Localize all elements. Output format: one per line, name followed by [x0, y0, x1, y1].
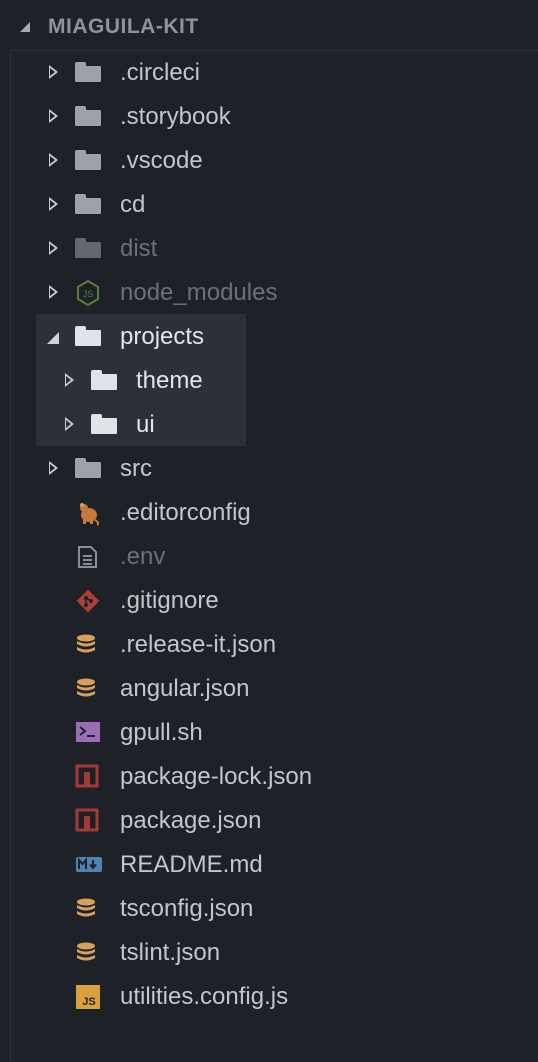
tree-item-package-json[interactable]: package.json	[0, 798, 538, 842]
chevron-right-icon[interactable]	[65, 417, 74, 431]
folder-icon	[75, 456, 101, 480]
tree-item-label: cd	[120, 191, 146, 218]
tree-item-label: package-lock.json	[120, 763, 313, 790]
terminal-icon	[75, 720, 101, 744]
tree-item-label: angular.json	[120, 675, 250, 702]
tree-item-cd[interactable]: cd	[0, 182, 538, 226]
tree-item-label: gpull.sh	[120, 719, 203, 746]
chevron-right-icon[interactable]	[49, 109, 58, 123]
tree-item-storybook[interactable]: .storybook	[0, 94, 538, 138]
tree-item-readme[interactable]: README.md	[0, 842, 538, 886]
tree-item-label: .editorconfig	[120, 499, 251, 526]
explorer-header[interactable]: MIAGUILA-KIT	[0, 0, 538, 52]
tree-item-dist[interactable]: dist	[0, 226, 538, 270]
tree-item-tsconfig[interactable]: tsconfig.json	[0, 886, 538, 930]
tree-item-gpull-sh[interactable]: gpull.sh	[0, 710, 538, 754]
database-icon	[75, 632, 101, 656]
tree-item-label: projects	[120, 323, 205, 350]
markdown-icon	[75, 852, 102, 876]
git-icon	[75, 588, 101, 613]
chevron-down-icon[interactable]	[47, 332, 59, 344]
tree-item-angular-json[interactable]: angular.json	[0, 666, 538, 710]
tree-item-label: tslint.json	[120, 939, 221, 966]
tree-item-node-modules[interactable]: JS node_modules	[0, 270, 538, 314]
tree-item-label: tsconfig.json	[120, 895, 254, 922]
npm-icon	[75, 808, 101, 832]
tree-item-gitignore[interactable]: .gitignore	[0, 578, 538, 622]
tree-item-label: .storybook	[120, 103, 231, 130]
tree-item-label: ui	[136, 411, 155, 438]
folder-icon	[91, 368, 117, 392]
folder-icon	[75, 192, 101, 216]
tree-item-label: node_modules	[120, 279, 278, 306]
tree-item-label: .vscode	[120, 147, 203, 174]
tree-item-label: .circleci	[120, 59, 201, 86]
chevron-right-icon[interactable]	[49, 153, 58, 167]
tree-item-release-it[interactable]: .release-it.json	[0, 622, 538, 666]
tree-item-label: dist	[120, 235, 158, 262]
tree-item-label: README.md	[120, 851, 263, 878]
tree-item-editorconfig[interactable]: .editorconfig	[0, 490, 538, 534]
chevron-right-icon[interactable]	[49, 285, 58, 299]
tree-item-label: src	[120, 455, 152, 482]
folder-icon	[75, 148, 101, 172]
tree-item-projects[interactable]: projects	[0, 314, 538, 358]
tree-item-label: theme	[136, 367, 203, 394]
tree-item-ui[interactable]: ui	[0, 402, 538, 446]
tree-item-label: package.json	[120, 807, 262, 834]
tree-item-label: .env	[120, 543, 166, 570]
chevron-right-icon[interactable]	[49, 197, 58, 211]
tree-item-utilities-config[interactable]: JS utilities.config.js	[0, 974, 538, 1018]
explorer-title: MIAGUILA-KIT	[48, 15, 199, 38]
folder-icon	[75, 60, 101, 84]
tree-item-label: utilities.config.js	[120, 983, 289, 1010]
chevron-right-icon[interactable]	[49, 65, 58, 79]
collapse-section-icon[interactable]	[20, 22, 30, 32]
chevron-right-icon[interactable]	[65, 373, 74, 387]
tree-item-circleci[interactable]: .circleci	[0, 50, 538, 94]
database-icon	[75, 940, 101, 964]
chevron-right-icon[interactable]	[49, 241, 58, 255]
tree-item-theme[interactable]: theme	[0, 358, 538, 402]
document-icon	[75, 544, 101, 568]
tree-item-package-lock[interactable]: package-lock.json	[0, 754, 538, 798]
svg-text:JS: JS	[83, 289, 94, 299]
chevron-right-icon[interactable]	[49, 461, 58, 475]
database-icon	[75, 676, 101, 700]
folder-icon	[91, 412, 117, 436]
tree-item-src[interactable]: src	[0, 446, 538, 490]
tree-item-label: .gitignore	[120, 587, 219, 614]
javascript-icon: JS	[75, 984, 101, 1009]
folder-icon	[75, 104, 101, 128]
editorconfig-rat-icon	[75, 500, 101, 526]
database-icon	[75, 896, 101, 920]
nodejs-icon: JS	[75, 280, 101, 306]
tree-item-label: .release-it.json	[120, 631, 277, 658]
tree-item-env[interactable]: .env	[0, 534, 538, 578]
npm-icon	[75, 764, 101, 788]
folder-icon	[75, 236, 101, 260]
tree-item-vscode[interactable]: .vscode	[0, 138, 538, 182]
folder-open-icon	[75, 324, 101, 348]
tree-item-tslint[interactable]: tslint.json	[0, 930, 538, 974]
svg-text:JS: JS	[82, 996, 95, 1008]
